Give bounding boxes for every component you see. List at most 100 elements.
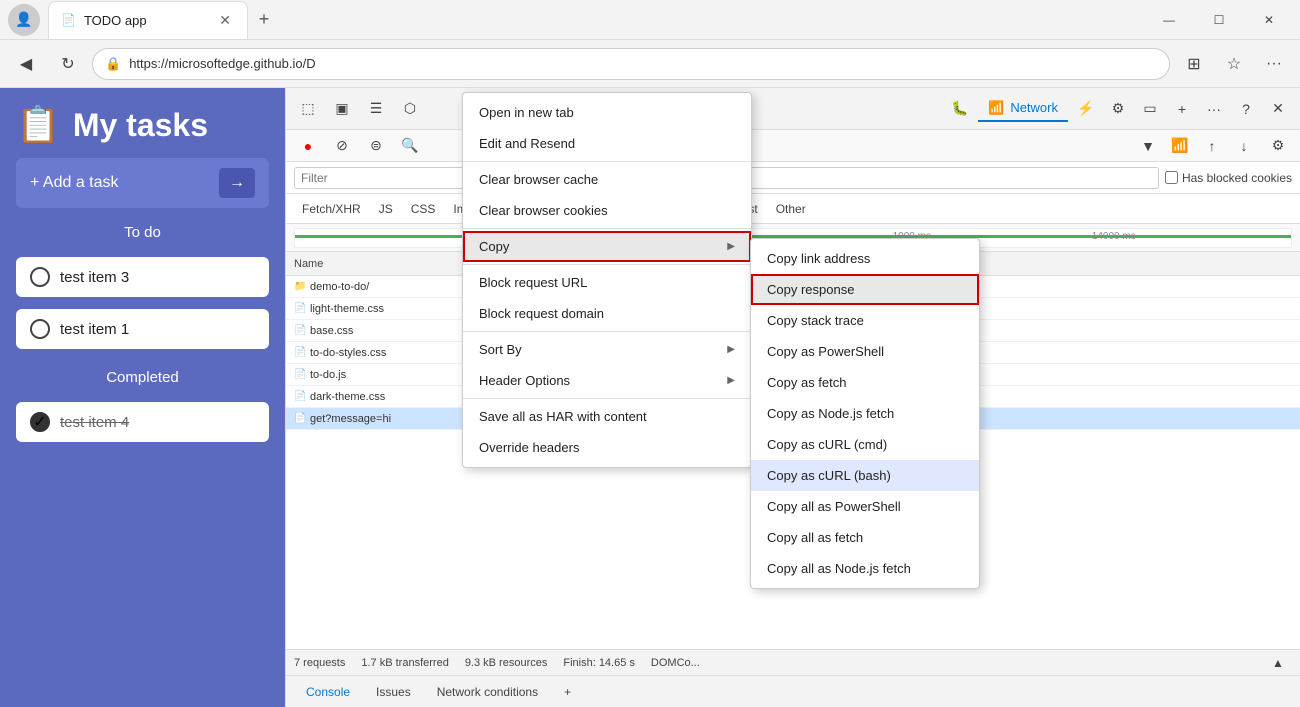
ctx-override-headers[interactable]: Override headers [463, 432, 751, 463]
search-button[interactable]: 🔍 [396, 132, 424, 160]
address-text: https://microsoftedge.github.io/D [129, 56, 315, 71]
wifi-filter-button[interactable]: 📶 [1166, 132, 1194, 160]
copy-all-as-nodejs-fetch[interactable]: Copy all as Node.js fetch [751, 553, 979, 584]
copy-as-nodejs-fetch[interactable]: Copy as Node.js fetch [751, 398, 979, 429]
new-tab-button[interactable]: + [248, 4, 280, 36]
bug-icon-button[interactable]: 🐛 [946, 95, 974, 123]
favorites-button[interactable]: ☆ [1216, 46, 1252, 82]
task-item-4[interactable]: ✓ test item 4 [16, 402, 269, 442]
reload-button[interactable]: ↻ [50, 46, 86, 82]
network-settings-button[interactable]: ⚙ [1264, 132, 1292, 160]
performance-button[interactable]: ⚡ [1072, 95, 1100, 123]
back-button[interactable]: ◀ [8, 46, 44, 82]
tab-title: TODO app [84, 13, 207, 28]
issues-tab[interactable]: Issues [364, 681, 423, 703]
network-conditions-tab[interactable]: Network conditions [425, 681, 550, 703]
more-button[interactable]: ··· [1256, 46, 1292, 82]
close-button[interactable]: ✕ [1246, 4, 1292, 36]
add-task-label: + Add a task [30, 174, 119, 192]
copy-as-fetch[interactable]: Copy as fetch [751, 367, 979, 398]
task-checkbox-4[interactable]: ✓ [30, 412, 50, 432]
settings-cog-button[interactable]: ⚙ [1104, 95, 1132, 123]
ctx-open-new-tab[interactable]: Open in new tab [463, 97, 751, 128]
ctx-copy[interactable]: Copy ▶ [463, 231, 751, 262]
copy-stack-trace[interactable]: Copy stack trace [751, 305, 979, 336]
help-button[interactable]: ? [1232, 95, 1260, 123]
add-tab-button[interactable]: + [552, 681, 583, 703]
blocked-cookies-filter[interactable]: Has blocked cookies [1165, 171, 1292, 185]
ctx-clear-cache[interactable]: Clear browser cache [463, 164, 751, 195]
copy-response[interactable]: Copy response [751, 274, 979, 305]
add-task-button[interactable]: + Add a task → [16, 158, 269, 208]
subtab-js[interactable]: JS [371, 200, 401, 218]
subtab-fetch-xhr[interactable]: Fetch/XHR [294, 200, 369, 218]
task-text-3: test item 3 [60, 269, 129, 286]
ctx-separator-4 [463, 331, 751, 332]
down-arrow-button[interactable]: ▼ [1134, 132, 1162, 160]
domco: DOMCo... [651, 657, 700, 669]
ctx-separator-3 [463, 264, 751, 265]
profile-avatar[interactable]: 👤 [8, 4, 40, 36]
task-checkbox-3[interactable] [30, 267, 50, 287]
address-bar[interactable]: 🔒 https://microsoftedge.github.io/D [92, 48, 1170, 80]
copy-arrow-icon: ▶ [727, 241, 735, 252]
subtab-other[interactable]: Other [768, 200, 814, 218]
clear-button[interactable]: ⊘ [328, 132, 356, 160]
css-icon: 📄 [294, 391, 310, 402]
todo-header: 📋 My tasks [16, 104, 269, 146]
scroll-up-button[interactable]: ▲ [1264, 649, 1292, 677]
panel-button[interactable]: ☰ [362, 95, 390, 123]
folder-icon: 📁 [294, 281, 310, 292]
task-item-3[interactable]: test item 3 [16, 257, 269, 297]
copy-all-as-powershell[interactable]: Copy all as PowerShell [751, 491, 979, 522]
minimize-button[interactable]: — [1146, 4, 1192, 36]
copy-as-curl-bash[interactable]: Copy as cURL (bash) [751, 460, 979, 491]
ctx-separator-5 [463, 398, 751, 399]
ctx-edit-resend[interactable]: Edit and Resend [463, 128, 751, 159]
blocked-cookies-label: Has blocked cookies [1182, 171, 1292, 185]
css-icon: 📄 [294, 303, 310, 314]
device-toolbar-button[interactable]: ▣ [328, 95, 356, 123]
task-checkbox-1[interactable] [30, 319, 50, 339]
download-button[interactable]: ↓ [1230, 132, 1258, 160]
copy-all-as-fetch[interactable]: Copy all as fetch [751, 522, 979, 553]
console-tab[interactable]: Console [294, 681, 362, 703]
ctx-sort-by[interactable]: Sort By ▶ [463, 334, 751, 365]
todo-panel: 📋 My tasks + Add a task → To do test ite… [0, 88, 285, 707]
extensions-button[interactable]: ⊞ [1176, 46, 1212, 82]
js-icon: 📄 [294, 369, 310, 380]
more-tools-button[interactable]: + [1168, 95, 1196, 123]
lock-icon: 🔒 [105, 56, 121, 72]
active-tab[interactable]: 📄 TODO app ✕ [48, 1, 248, 39]
context-menu: Open in new tab Edit and Resend Clear br… [462, 92, 752, 468]
network-tab[interactable]: 📶 Network [978, 96, 1068, 122]
devtools-more-button[interactable]: ··· [1200, 95, 1228, 123]
status-bar: 7 requests 1.7 kB transferred 9.3 kB res… [286, 649, 1300, 675]
inspect-element-button[interactable]: ⬚ [294, 95, 322, 123]
close-devtools-button[interactable]: ⬡ [396, 95, 424, 123]
filter-row: Has blocked cookies [286, 162, 1300, 194]
nav-bar: ◀ ↻ 🔒 https://microsoftedge.github.io/D … [0, 40, 1300, 88]
maximize-button[interactable]: ☐ [1196, 4, 1242, 36]
ctx-header-options[interactable]: Header Options ▶ [463, 365, 751, 396]
blocked-cookies-checkbox[interactable] [1165, 171, 1178, 184]
css-icon: 📄 [294, 325, 310, 336]
copy-as-curl-cmd[interactable]: Copy as cURL (cmd) [751, 429, 979, 460]
subtab-css[interactable]: CSS [403, 200, 444, 218]
close-panel-button[interactable]: ✕ [1264, 95, 1292, 123]
copy-as-powershell[interactable]: Copy as PowerShell [751, 336, 979, 367]
record-button[interactable]: ● [294, 132, 322, 160]
nav-extras: ⊞ ☆ ··· [1176, 46, 1292, 82]
ctx-save-har[interactable]: Save all as HAR with content [463, 401, 751, 432]
network-tab-label: Network [1010, 100, 1058, 115]
copy-link-address[interactable]: Copy link address [751, 243, 979, 274]
ctx-clear-cookies[interactable]: Clear browser cookies [463, 195, 751, 226]
ctx-block-url[interactable]: Block request URL [463, 267, 751, 298]
filter-toggle-button[interactable]: ⊜ [362, 132, 390, 160]
ctx-separator-1 [463, 161, 751, 162]
upload-button[interactable]: ↑ [1198, 132, 1226, 160]
tab-close-button[interactable]: ✕ [215, 10, 235, 31]
ctx-block-domain[interactable]: Block request domain [463, 298, 751, 329]
task-item-1[interactable]: test item 1 [16, 309, 269, 349]
sidebar-button[interactable]: ▭ [1136, 95, 1164, 123]
